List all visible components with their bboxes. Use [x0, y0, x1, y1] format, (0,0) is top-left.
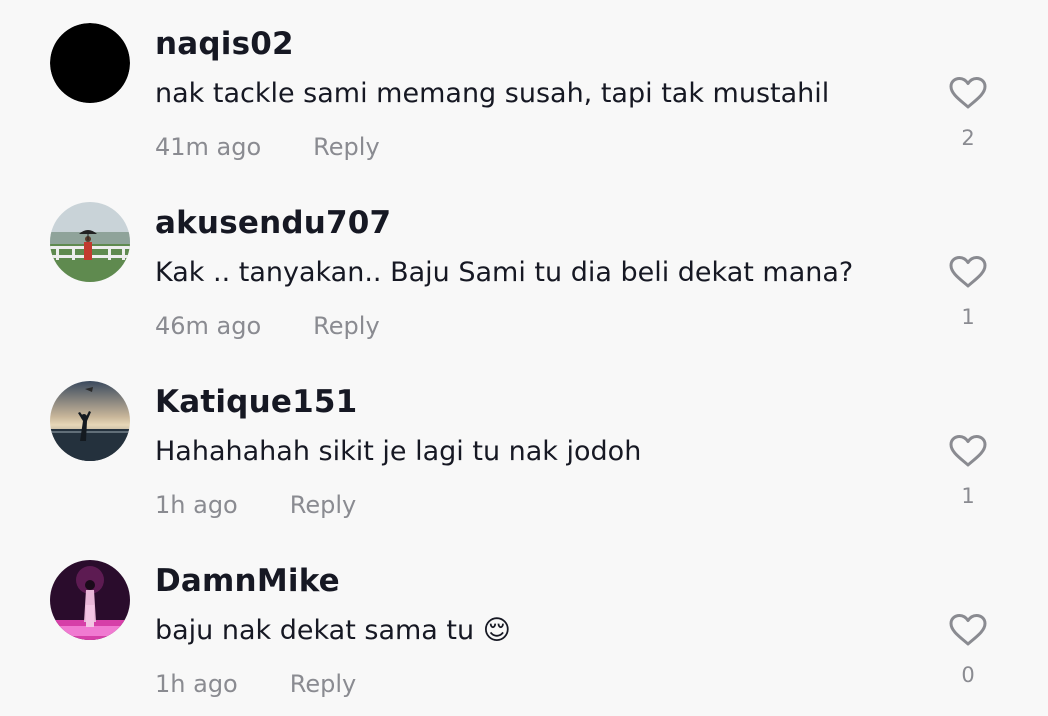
comment-text: Kak .. tanyakan.. Baju Sami tu dia beli … [155, 257, 854, 288]
comment-text: baju nak dekat sama tu 😌 [155, 615, 511, 646]
comment-meta: 41m ago Reply [155, 133, 380, 161]
like-count: 1 [961, 484, 975, 508]
comment-text: nak tackle sami memang susah, tapi tak m… [155, 78, 830, 109]
reply-button[interactable]: Reply [313, 312, 379, 340]
like-count: 0 [961, 663, 975, 687]
comment-item: Katique151 Hahahahah sikit je lagi tu na… [0, 358, 1048, 537]
like-count: 1 [961, 305, 975, 329]
heart-icon[interactable] [948, 255, 988, 289]
heart-icon[interactable] [948, 76, 988, 110]
comment-timestamp: 1h ago [155, 670, 238, 698]
comment-item: akusendu707 Kak .. tanyakan.. Baju Sami … [0, 179, 1048, 358]
heart-icon[interactable] [948, 613, 988, 647]
comment-meta: 1h ago Reply [155, 491, 356, 519]
reply-button[interactable]: Reply [290, 491, 356, 519]
comment-username[interactable]: naqis02 [155, 26, 294, 62]
comment-username[interactable]: Katique151 [155, 384, 357, 420]
comment-username[interactable]: DamnMike [155, 563, 340, 599]
heart-icon[interactable] [948, 434, 988, 468]
reply-button[interactable]: Reply [313, 133, 379, 161]
avatar[interactable] [50, 23, 130, 103]
comment-timestamp: 41m ago [155, 133, 262, 161]
comment-text: Hahahahah sikit je lagi tu nak jodoh [155, 436, 642, 467]
comment-timestamp: 46m ago [155, 312, 262, 340]
like-count: 2 [961, 126, 975, 150]
avatar[interactable] [50, 381, 130, 461]
comment-meta: 46m ago Reply [155, 312, 380, 340]
avatar[interactable] [50, 202, 130, 282]
comment-item: DamnMike baju nak dekat sama tu 😌 1h ago… [0, 537, 1048, 716]
comment-timestamp: 1h ago [155, 491, 238, 519]
avatar[interactable] [50, 560, 130, 640]
comment-username[interactable]: akusendu707 [155, 205, 391, 241]
comment-item: naqis02 nak tackle sami memang susah, ta… [0, 0, 1048, 179]
comment-meta: 1h ago Reply [155, 670, 356, 698]
reply-button[interactable]: Reply [290, 670, 356, 698]
